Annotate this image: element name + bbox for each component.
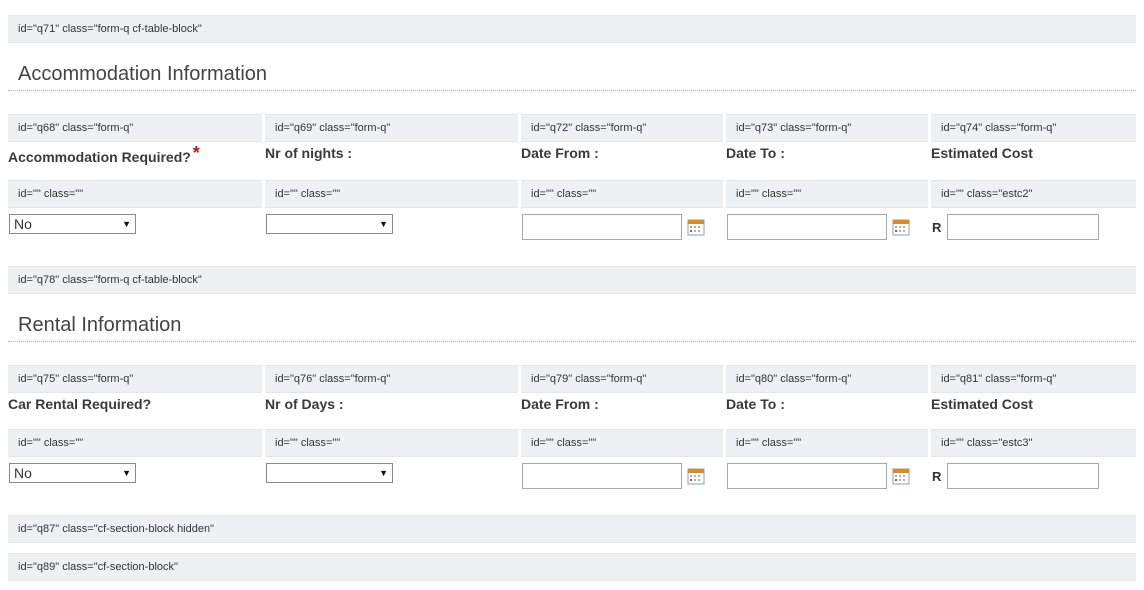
rental-subheader-4: id="" class=""	[726, 429, 928, 457]
block-q71-text: id="q71" class="form-q cf-table-block"	[18, 23, 202, 35]
subheader-1: id="" class=""	[8, 180, 262, 208]
subheader-3: id="" class=""	[521, 180, 723, 208]
currency-label: R	[932, 220, 942, 235]
subheader-estc2: id="" class="estc2"	[931, 180, 1136, 208]
block-q78: id="q78" class="form-q cf-table-block"	[8, 266, 1136, 294]
date-from-input[interactable]	[522, 214, 682, 240]
label-nr-of-nights: Nr of nights :	[265, 145, 353, 161]
header-q72: id="q72" class="form-q"	[521, 114, 723, 142]
label-car-rental-required: Car Rental Required?	[8, 396, 152, 412]
rental-currency-label: R	[932, 469, 942, 484]
rental-estimated-cost-input[interactable]	[947, 463, 1099, 489]
chevron-down-icon: ▼	[379, 219, 388, 229]
header-q79: id="q79" class="form-q"	[521, 365, 723, 393]
block-q87: id="q87" class="cf-section-block hidden"	[8, 515, 1136, 543]
header-q76: id="q76" class="form-q"	[265, 365, 518, 393]
accommodation-required-select[interactable]: No ▼	[9, 214, 136, 234]
label-date-from: Date From :	[521, 145, 599, 161]
rental-subheader-2: id="" class=""	[265, 429, 518, 457]
calendar-icon[interactable]	[892, 218, 910, 236]
block-q89: id="q89" class="cf-section-block"	[8, 553, 1136, 581]
label-date-to: Date To :	[726, 145, 785, 161]
rental-date-from-input[interactable]	[522, 463, 682, 489]
section-title-rental: Rental Information	[8, 310, 1136, 342]
chevron-down-icon: ▼	[122, 219, 131, 229]
label-rental-estimated-cost: Estimated Cost	[931, 396, 1033, 412]
calendar-icon[interactable]	[892, 467, 910, 485]
estimated-cost-input[interactable]	[947, 214, 1099, 240]
section-title-accommodation: Accommodation Information	[8, 59, 1136, 91]
nr-of-days-select[interactable]: ▼	[266, 463, 393, 483]
label-rental-date-from: Date From :	[521, 396, 599, 412]
rental-date-to-input[interactable]	[727, 463, 887, 489]
label-accommodation-required: Accommodation Required? *	[8, 143, 200, 165]
header-q68: id="q68" class="form-q"	[8, 114, 262, 142]
subheader-4: id="" class=""	[726, 180, 928, 208]
required-marker: *	[192, 143, 200, 163]
subheader-2: id="" class=""	[265, 180, 518, 208]
header-q75: id="q75" class="form-q"	[8, 365, 262, 393]
date-to-input[interactable]	[727, 214, 887, 240]
calendar-icon[interactable]	[687, 218, 705, 236]
header-q73: id="q73" class="form-q"	[726, 114, 928, 142]
label-estimated-cost: Estimated Cost	[931, 145, 1033, 161]
header-q69: id="q69" class="form-q"	[265, 114, 518, 142]
nr-of-nights-select[interactable]: ▼	[266, 214, 393, 234]
header-q80: id="q80" class="form-q"	[726, 365, 928, 393]
rental-subheader-3: id="" class=""	[521, 429, 723, 457]
chevron-down-icon: ▼	[122, 468, 131, 478]
header-q81: id="q81" class="form-q"	[931, 365, 1136, 393]
calendar-icon[interactable]	[687, 467, 705, 485]
car-rental-required-select[interactable]: No ▼	[9, 463, 136, 483]
header-q74: id="q74" class="form-q"	[931, 114, 1136, 142]
rental-subheader-estc3: id="" class="estc3"	[931, 429, 1136, 457]
rental-subheader-1: id="" class=""	[8, 429, 262, 457]
label-rental-date-to: Date To :	[726, 396, 785, 412]
chevron-down-icon: ▼	[379, 468, 388, 478]
block-q71: id="q71" class="form-q cf-table-block"	[8, 15, 1136, 43]
label-nr-of-days: Nr of Days :	[265, 396, 344, 412]
